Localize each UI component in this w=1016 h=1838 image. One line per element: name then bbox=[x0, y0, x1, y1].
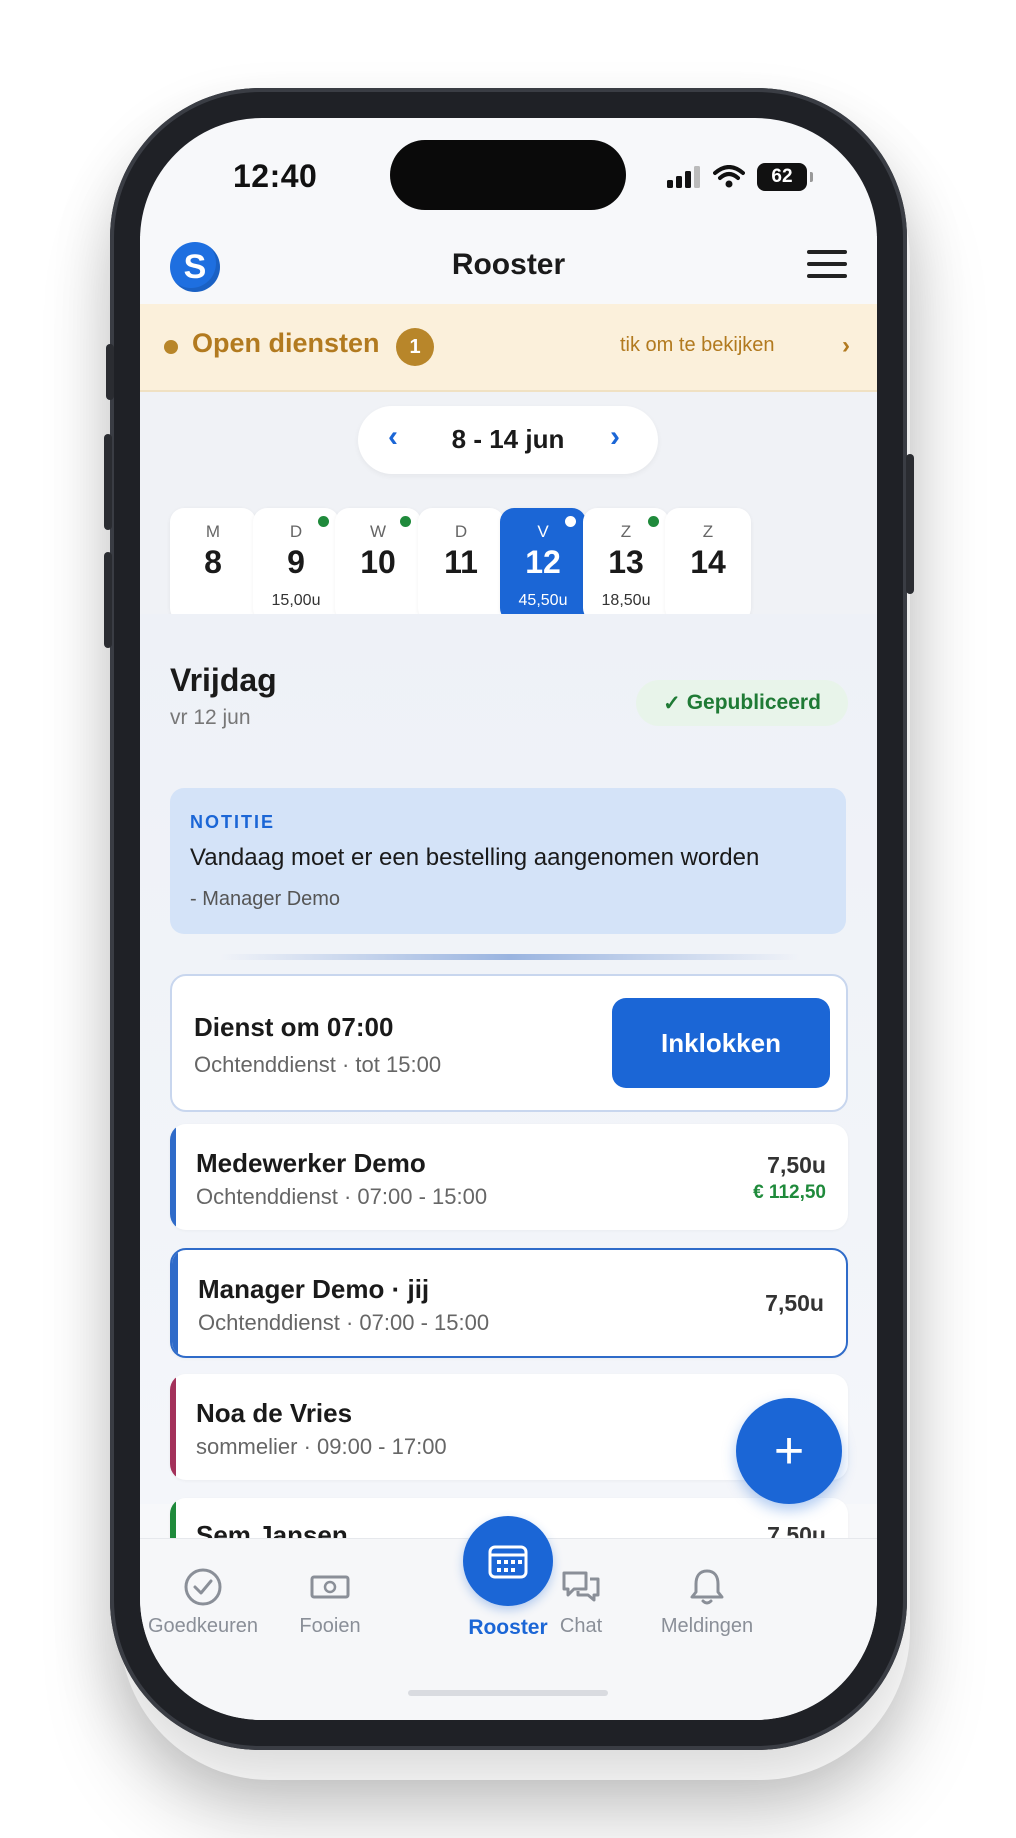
day-number: 10 bbox=[360, 544, 396, 580]
wifi-icon bbox=[713, 165, 745, 188]
day-cell-12[interactable]: V 12 45,50u bbox=[500, 508, 586, 622]
tab-schedule[interactable]: Rooster bbox=[458, 1516, 558, 1640]
volume-up-button bbox=[104, 434, 112, 530]
chevron-right-icon: › bbox=[842, 332, 850, 359]
published-label: Gepubliceerd bbox=[686, 691, 821, 714]
shift-hours: 7,50u bbox=[767, 1152, 826, 1178]
add-shift-button[interactable]: + bbox=[736, 1398, 842, 1504]
chat-bubbles-icon bbox=[562, 1571, 600, 1602]
shift-meta: Ochtenddienst · 07:00 - 15:00 bbox=[196, 1184, 488, 1209]
my-shift-card: Dienst om 07:00 Ochtenddienst · tot 15:0… bbox=[170, 974, 848, 1112]
power-button bbox=[906, 454, 914, 594]
shift-dot-indicator bbox=[565, 516, 576, 527]
tab-label: Goedkeuren bbox=[147, 1615, 259, 1637]
day-number: 11 bbox=[444, 544, 478, 580]
note-tag: NOTITIE bbox=[190, 812, 275, 832]
check-circle-icon bbox=[184, 1568, 222, 1606]
published-badge: ✓ Gepubliceerd bbox=[636, 680, 848, 726]
day-number: 12 bbox=[525, 544, 561, 580]
check-icon: ✓ bbox=[663, 691, 681, 715]
day-cell-9[interactable]: D 9 15,00u bbox=[253, 508, 339, 622]
status-time: 12:40 bbox=[233, 158, 318, 194]
tab-label: Fooien bbox=[299, 1615, 361, 1637]
tab-label: Meldingen bbox=[660, 1615, 754, 1637]
week-range-picker: ‹ 8 - 14 jun › bbox=[358, 406, 658, 474]
shift-meta: Ochtenddienst · 07:00 - 15:00 bbox=[198, 1310, 490, 1335]
week-selector: ‹ 8 - 14 jun › M8D915,00u€98W10D11V1245,… bbox=[140, 392, 877, 675]
shift-row[interactable]: Medewerker Demo Ochtenddienst · 07:00 - … bbox=[170, 1124, 848, 1230]
app-screen: 12:40 62 S Rooster Open diensten 1 tik o… bbox=[140, 118, 877, 1720]
tab-notifications[interactable]: Meldingen bbox=[637, 1567, 777, 1638]
day-number: 13 bbox=[608, 544, 644, 580]
page-title: Rooster bbox=[451, 248, 566, 281]
shift-pay: € 112,50 bbox=[753, 1182, 826, 1203]
open-shifts-hint: tik om te bekijken bbox=[620, 334, 775, 356]
my-shift-title: Dienst om 07:00 bbox=[194, 1012, 394, 1042]
clock-in-button[interactable]: Inklokken bbox=[612, 998, 830, 1088]
open-shifts-label: Open diensten bbox=[192, 328, 380, 358]
role-color-bar bbox=[170, 1374, 176, 1480]
shift-meta: sommelier · 09:00 - 17:00 bbox=[196, 1434, 447, 1459]
shift-dot-indicator bbox=[318, 516, 329, 527]
day-letter: M bbox=[205, 522, 221, 541]
day-cell-14[interactable]: Z 14 bbox=[665, 508, 751, 622]
bell-icon bbox=[690, 1569, 724, 1605]
tab-approve[interactable]: Goedkeuren bbox=[140, 1567, 273, 1638]
my-shift-subtitle: Ochtenddienst · tot 15:00 bbox=[194, 1052, 442, 1077]
battery-icon: 62 bbox=[757, 163, 813, 191]
employee-name: Medewerker Demo bbox=[196, 1148, 426, 1178]
shift-row-current-user[interactable]: Manager Demo · jij Ochtenddienst · 07:00… bbox=[170, 1248, 848, 1358]
day-title: Vrijdag bbox=[170, 662, 277, 698]
home-indicator bbox=[408, 1690, 608, 1696]
status-icons: 62 bbox=[667, 160, 813, 194]
day-letter: Z bbox=[702, 522, 714, 541]
calendar-icon bbox=[463, 1516, 553, 1606]
day-cell-11[interactable]: D 11 bbox=[418, 508, 504, 622]
tab-label: Rooster bbox=[468, 1616, 548, 1639]
next-week-chevron-icon[interactable]: › bbox=[610, 420, 620, 454]
day-letter: D bbox=[454, 522, 468, 541]
open-shifts-banner[interactable]: Open diensten 1 tik om te bekijken › bbox=[140, 304, 877, 392]
signal-icon bbox=[667, 166, 700, 188]
hamburger-menu-icon[interactable] bbox=[807, 250, 847, 280]
employee-name: Manager Demo · jij bbox=[198, 1274, 430, 1304]
banknote-icon bbox=[310, 1575, 350, 1599]
tab-tips[interactable]: Fooien bbox=[260, 1567, 400, 1638]
shift-hours: 7,50u bbox=[765, 1290, 824, 1316]
day-hours: 45,50u bbox=[518, 592, 568, 609]
day-number: 8 bbox=[204, 544, 222, 580]
note-author: - Manager Demo bbox=[190, 888, 341, 910]
day-number: 9 bbox=[287, 544, 305, 580]
dynamic-island bbox=[390, 140, 626, 210]
divider bbox=[220, 954, 800, 960]
note-text: Vandaag moet er een bestelling aangenome… bbox=[190, 844, 760, 871]
day-number: 14 bbox=[690, 544, 726, 580]
day-hours: 18,50u bbox=[601, 592, 651, 609]
day-note: NOTITIE Vandaag moet er een bestelling a… bbox=[170, 788, 846, 934]
volume-down-button bbox=[104, 552, 112, 648]
day-cell-10[interactable]: W 10 bbox=[335, 508, 421, 622]
role-color-bar bbox=[172, 1250, 178, 1356]
role-color-bar bbox=[170, 1124, 176, 1230]
open-shifts-count-badge: 1 bbox=[396, 328, 434, 366]
shift-dot-indicator bbox=[648, 516, 659, 527]
status-dot bbox=[164, 340, 178, 354]
day-date: vr 12 jun bbox=[170, 706, 251, 729]
day-cell-13[interactable]: Z 13 18,50u bbox=[583, 508, 669, 622]
employee-name: Noa de Vries bbox=[196, 1398, 353, 1428]
mute-switch bbox=[106, 344, 114, 400]
day-hours: 15,00u bbox=[271, 592, 321, 609]
shift-dot-indicator bbox=[400, 516, 411, 527]
day-cell-8[interactable]: M8 bbox=[170, 508, 256, 622]
